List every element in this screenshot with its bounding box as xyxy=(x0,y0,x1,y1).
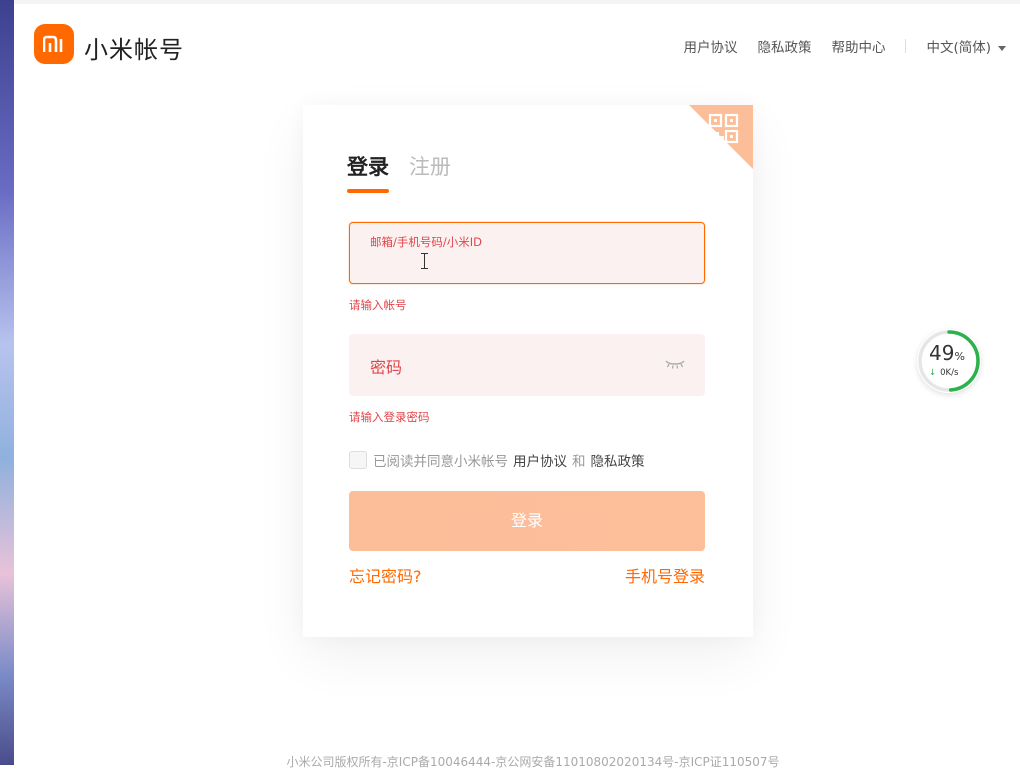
nav-privacy-policy[interactable]: 隐私政策 xyxy=(757,36,811,56)
network-speed-widget[interactable]: 49% ↓ 0K/s xyxy=(917,329,981,393)
caret-down-icon xyxy=(998,45,1006,51)
account-input-label: 邮箱/手机号码/小米ID xyxy=(370,235,482,249)
speed-percent: 49% xyxy=(929,341,965,365)
phone-login-link[interactable]: 手机号登录 xyxy=(625,563,705,587)
password-input[interactable]: 密码 xyxy=(349,334,705,396)
text-cursor-icon xyxy=(421,253,428,269)
nav-divider xyxy=(905,39,907,53)
nav-user-agreement[interactable]: 用户协议 xyxy=(683,36,737,56)
language-label: 中文(简体) xyxy=(926,40,991,56)
download-arrow-icon: ↓ xyxy=(929,368,937,378)
auth-tabs: 登录 注册 xyxy=(347,151,471,193)
hide-password-icon[interactable] xyxy=(665,358,685,370)
qr-code-login-icon[interactable] xyxy=(689,105,753,169)
agreement-checkbox[interactable] xyxy=(349,451,367,469)
header-nav: 用户协议 隐私政策 帮助中心 中文(简体) xyxy=(663,36,1006,56)
account-error: 请输入帐号 xyxy=(349,298,407,312)
agreement-user-agreement-link[interactable]: 用户协议 xyxy=(513,450,567,470)
speed-percent-value: 49 xyxy=(929,341,955,365)
language-selector[interactable]: 中文(简体) xyxy=(926,36,1006,56)
desktop-background-strip xyxy=(0,0,14,765)
tab-login[interactable]: 登录 xyxy=(347,151,389,193)
mi-logo-icon xyxy=(43,35,63,52)
mi-logo[interactable] xyxy=(34,24,74,64)
bottom-links: 忘记密码? 手机号登录 xyxy=(349,563,705,587)
password-placeholder: 密码 xyxy=(370,358,403,377)
agreement-privacy-policy-link[interactable]: 隐私政策 xyxy=(591,450,645,470)
agreement-and: 和 xyxy=(572,454,586,470)
speed-rate-value: 0K/s xyxy=(940,368,959,378)
login-card: 登录 注册 邮箱/手机号码/小米ID 请输入帐号 密码 请输入登录密码 已阅读并… xyxy=(303,105,753,637)
password-error: 请输入登录密码 xyxy=(349,410,430,424)
speed-percent-unit: % xyxy=(954,350,965,363)
agreement-row: 已阅读并同意小米帐号 用户协议 和 隐私政策 xyxy=(349,450,650,470)
account-input[interactable]: 邮箱/手机号码/小米ID xyxy=(349,222,705,284)
speed-rate: ↓ 0K/s xyxy=(929,368,958,378)
brand-name: 小米帐号 xyxy=(84,36,184,64)
tab-register[interactable]: 注册 xyxy=(409,151,451,193)
login-submit-button[interactable]: 登录 xyxy=(349,491,705,551)
site-header: 小米帐号 用户协议 隐私政策 帮助中心 中文(简体) xyxy=(14,4,1020,84)
agreement-text: 已阅读并同意小米帐号 xyxy=(373,454,508,470)
footer-copyright: 小米公司版权所有-京ICP备10046444-京公网安备110108020201… xyxy=(286,755,780,769)
forgot-password-link[interactable]: 忘记密码? xyxy=(349,563,422,587)
nav-help-center[interactable]: 帮助中心 xyxy=(831,36,885,56)
